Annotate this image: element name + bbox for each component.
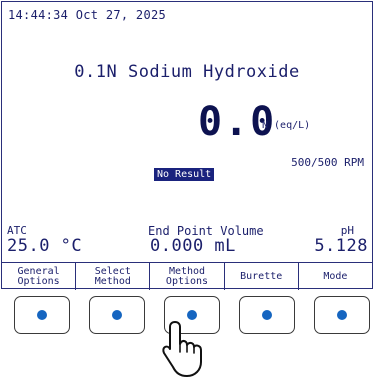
softkey-burette[interactable]: Burette [225,263,299,290]
hardware-button-1[interactable] [14,296,70,334]
pointing-hand-icon [155,318,217,384]
softkey-label: Method [94,276,131,287]
stirrer-speed: 500/500 RPM [291,156,364,169]
hardware-button-5[interactable] [314,296,370,334]
softkey-mode[interactable]: Mode [299,263,372,290]
softkey-label: Mode [323,271,348,282]
button-dot-icon [37,310,47,320]
softkey-general-options[interactable]: General Options [2,263,77,290]
softkey-select-method[interactable]: Select Method [76,263,151,290]
result-badge: No Result [154,168,215,181]
hardware-button-2[interactable] [89,296,145,334]
datetime: 14:44:34 Oct 27, 2025 [8,8,167,22]
instrument-screen: 14:44:34 Oct 27, 2025 0.1N Sodium Hydrox… [1,1,373,290]
softkey-bar: General Options Select Method Method Option… [2,262,372,290]
hardware-button-4[interactable] [239,296,295,334]
softkey-label: Options [17,276,60,287]
softkey-label: Options [165,276,209,287]
reagent-name: 0.1N Sodium Hydroxide [74,62,300,82]
button-dot-icon [262,310,272,320]
softkey-label: Burette [240,271,283,282]
button-dot-icon [112,310,122,320]
endpoint-value: 0.000 mL [150,236,236,256]
atc-value: 25.0 °C [7,236,83,256]
button-dot-icon [337,310,347,320]
softkey-method-options[interactable]: Method Options [150,263,225,290]
ph-value: 5.128 [314,236,368,256]
concentration-unit: N (eq/L) [262,120,311,131]
